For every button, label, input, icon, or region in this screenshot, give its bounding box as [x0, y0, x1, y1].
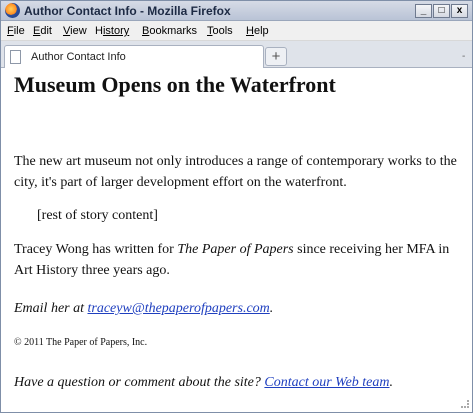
close-button[interactable]: x [451, 4, 468, 18]
contact-link[interactable]: Contact our Web team [264, 375, 389, 390]
browser-window: Author Contact Info - Mozilla Firefox _ … [0, 0, 473, 413]
page-icon [10, 50, 21, 64]
menu-tools[interactable]: Tools [207, 25, 233, 37]
author-bio: Tracey Wong has written for The Paper of… [14, 239, 470, 281]
maximize-button[interactable]: □ [433, 4, 450, 18]
firefox-logo-icon [5, 3, 20, 18]
resize-grip[interactable] [461, 400, 469, 408]
menu-file-accesskey: F [7, 25, 14, 37]
menu-file-label: ile [13, 25, 25, 37]
copyright-notice: © 2011 The Paper of Papers, Inc. [14, 337, 148, 348]
email-prefix: Email her at [14, 301, 88, 316]
minimize-button[interactable]: _ [415, 4, 432, 18]
menu-bar: File Edit View History Bookmarks Tools H… [1, 21, 472, 41]
feedback-question: Have a question or comment about the sit… [14, 375, 265, 390]
menu-edit-label: dit [40, 25, 52, 37]
menu-tools-label: ools [212, 25, 233, 37]
story-placeholder: [rest of story content] [37, 208, 158, 223]
menu-history-label: istory [102, 25, 130, 37]
email-link[interactable]: traceyw@thepaperofpapers.com [88, 301, 270, 316]
menu-file[interactable]: File [7, 25, 25, 37]
new-tab-button[interactable]: + [265, 47, 287, 66]
window-title: Author Contact Info - Mozilla Firefox [24, 4, 231, 18]
intro-paragraph: The new art museum not only introduces a… [14, 154, 457, 190]
feedback-suffix: . [389, 375, 394, 390]
menu-edit[interactable]: Edit [33, 25, 52, 37]
menu-view[interactable]: View [63, 25, 87, 37]
menu-history[interactable]: History [95, 25, 129, 37]
menu-bookmarks-label: ookmarks [149, 25, 198, 37]
tab-label: Author Contact Info [31, 51, 126, 63]
menu-history-label-start: H [95, 25, 103, 37]
bio-text-start: Tracey Wong has written for [14, 242, 178, 257]
page-content: Museum Opens on the Waterfront The new a… [1, 69, 472, 411]
tab-author-contact-info[interactable]: Author Contact Info [4, 45, 264, 68]
feedback-line: Have a question or comment about the sit… [14, 372, 470, 393]
publication-name: The Paper of Papers [177, 242, 294, 257]
menu-help-accesskey: H [246, 25, 254, 37]
menu-view-label: iew [70, 25, 87, 37]
tab-list-button[interactable]: - [462, 51, 465, 62]
menu-help-label: elp [253, 25, 269, 37]
menu-bookmarks[interactable]: Bookmarks [142, 25, 197, 37]
title-bar: Author Contact Info - Mozilla Firefox _ … [1, 1, 472, 21]
email-line: Email her at traceyw@thepaperofpapers.co… [14, 298, 470, 319]
menu-help[interactable]: Help [246, 25, 269, 37]
page-title: Museum Opens on the Waterfront [14, 72, 336, 97]
tab-bar: Author Contact Info + - [1, 41, 472, 68]
email-suffix: . [269, 301, 274, 316]
